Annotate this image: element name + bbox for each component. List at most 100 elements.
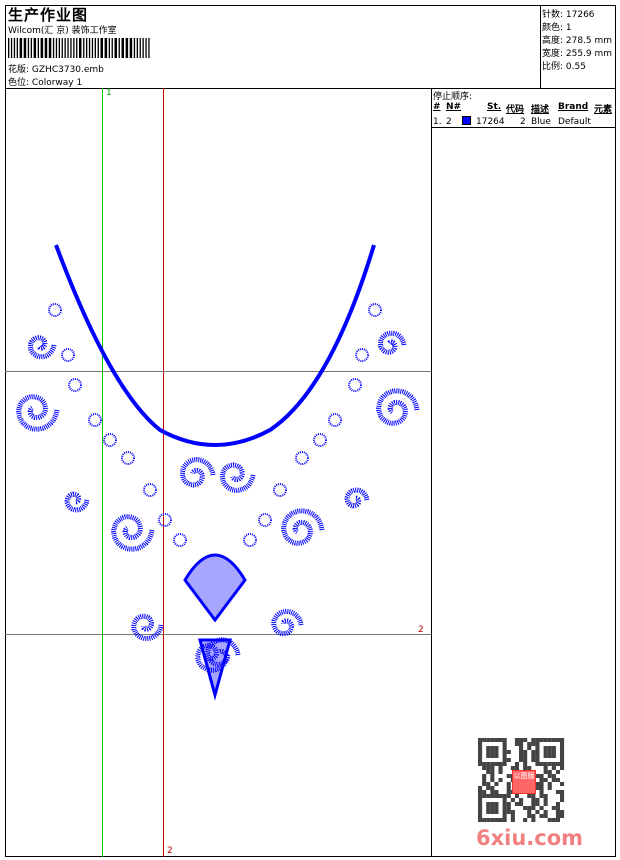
qr-module xyxy=(506,790,511,794)
qr-module xyxy=(551,778,556,782)
qr-module xyxy=(482,818,487,822)
loop-left-1 xyxy=(61,348,75,362)
qr-module xyxy=(531,798,536,802)
qr-module xyxy=(510,818,515,822)
qr-module xyxy=(560,766,565,770)
qr-module xyxy=(486,770,491,774)
col-stitches: St. xyxy=(487,102,502,112)
qr-module xyxy=(494,782,499,786)
qr-module xyxy=(502,802,507,806)
qr-module xyxy=(543,746,548,750)
qr-module xyxy=(523,754,528,758)
qr-module xyxy=(523,818,528,822)
qr-module xyxy=(543,810,548,814)
qr-module xyxy=(543,814,548,818)
qr-module xyxy=(486,818,491,822)
qr-module xyxy=(535,750,540,754)
qr-module xyxy=(486,786,491,790)
qr-module xyxy=(539,806,544,810)
qr-module xyxy=(560,790,565,794)
qr-module xyxy=(560,798,565,802)
col-code: 代码 xyxy=(506,105,525,115)
qr-module xyxy=(486,746,491,750)
qr-module xyxy=(555,778,560,782)
qr-module xyxy=(527,810,532,814)
col-description: 描述 xyxy=(531,105,550,115)
loop-right-3 xyxy=(328,413,342,427)
qr-module xyxy=(543,778,548,782)
spiral-left-1 xyxy=(111,514,155,552)
qr-module xyxy=(539,782,544,786)
row-code: 2 xyxy=(520,117,526,127)
qr-module xyxy=(560,738,565,742)
qr-module xyxy=(523,758,528,762)
qr-module xyxy=(560,794,565,798)
qr-module xyxy=(560,742,565,746)
qr-module xyxy=(527,814,532,818)
qr-module xyxy=(490,778,495,782)
col-brand: Brand xyxy=(558,102,589,112)
qr-module xyxy=(535,810,540,814)
qr-module xyxy=(519,746,524,750)
qr-module xyxy=(478,786,483,790)
qr-module xyxy=(519,738,524,742)
guide-label-bottom: 2 xyxy=(167,846,173,856)
qr-module xyxy=(494,802,499,806)
watermark-seal: 以图版 xyxy=(512,770,536,794)
qr-module xyxy=(490,790,495,794)
loop-left-4 xyxy=(103,433,117,447)
qr-module xyxy=(502,754,507,758)
watermark-logo: 6xiu.com xyxy=(476,826,584,850)
qr-module xyxy=(482,794,487,798)
qr-module xyxy=(490,746,495,750)
qr-module xyxy=(506,758,511,762)
qr-module xyxy=(543,738,548,742)
qr-module xyxy=(543,754,548,758)
qr-module xyxy=(543,802,548,806)
stop-sequence-title: 停止顺序: xyxy=(433,92,473,102)
info-divider xyxy=(540,5,541,88)
spiral-right-5 xyxy=(377,330,407,355)
qr-module xyxy=(543,770,548,774)
qr-module xyxy=(547,782,552,786)
qr-module xyxy=(547,754,552,758)
qr-module xyxy=(482,766,487,770)
qr-module xyxy=(478,790,483,794)
qr-module xyxy=(502,746,507,750)
qr-module xyxy=(519,798,524,802)
qr-module xyxy=(502,810,507,814)
qr-module xyxy=(535,754,540,758)
qr-module xyxy=(539,762,544,766)
qr-module xyxy=(551,762,556,766)
col-element: 元素 xyxy=(594,105,613,115)
qr-module xyxy=(535,738,540,742)
qr-module xyxy=(551,766,556,770)
qr-module xyxy=(547,738,552,742)
spiral-left-0 xyxy=(16,394,60,432)
spiral-left-5 xyxy=(27,335,57,360)
qr-module xyxy=(547,818,552,822)
qr-module xyxy=(486,766,491,770)
qr-module xyxy=(539,786,544,790)
qr-module xyxy=(494,746,499,750)
center-motif xyxy=(183,553,247,701)
loop-left-6 xyxy=(143,483,157,497)
qr-module xyxy=(498,762,503,766)
qr-module xyxy=(555,770,560,774)
qr-module xyxy=(531,806,536,810)
qr-module xyxy=(494,790,499,794)
qr-module xyxy=(486,754,491,758)
loop-left-8 xyxy=(173,533,187,547)
qr-module xyxy=(486,762,491,766)
qr-module xyxy=(482,762,487,766)
qr-module xyxy=(514,794,519,798)
qr-module xyxy=(478,806,483,810)
qr-module xyxy=(535,762,540,766)
qr-module xyxy=(551,806,556,810)
qr-module xyxy=(535,746,540,750)
qr-module xyxy=(478,754,483,758)
qr-module xyxy=(498,766,503,770)
qr-module xyxy=(543,794,548,798)
qr-module xyxy=(506,810,511,814)
qr-module xyxy=(560,758,565,762)
